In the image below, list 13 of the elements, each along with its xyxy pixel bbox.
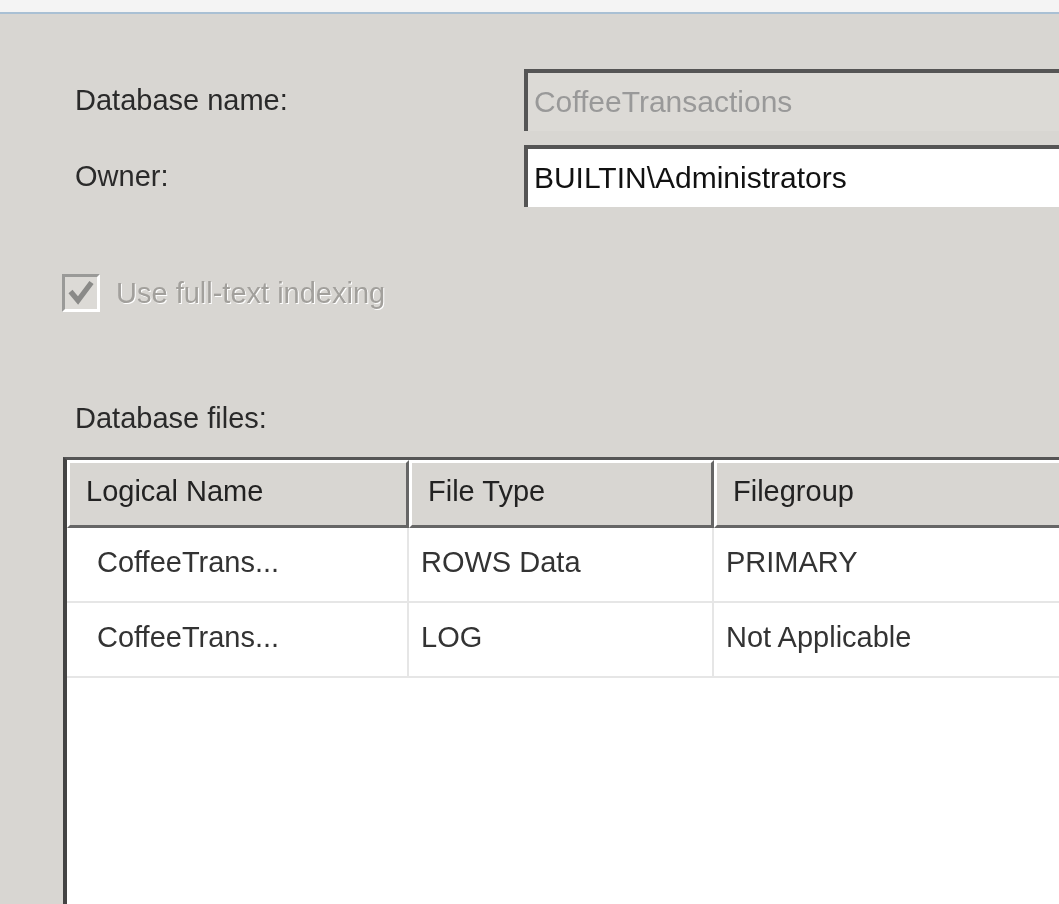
table-cell: Not Applicable (714, 603, 1059, 678)
table-cell: PRIMARY (714, 528, 1059, 603)
column-header[interactable]: File Type (409, 460, 714, 528)
table-cell: ROWS Data (409, 528, 714, 603)
field-label: Database name: (75, 83, 289, 117)
table-cell: CoffeeTrans... (67, 528, 409, 603)
column-header[interactable]: Filegroup (714, 460, 1059, 528)
column-header[interactable]: Logical Name (67, 460, 409, 528)
table-cell: CoffeeTrans... (67, 603, 409, 678)
owner-field[interactable]: BUILTIN\Administrators (523, 145, 1059, 207)
field-label: Owner: (75, 159, 170, 193)
section-label: Database files: (75, 402, 268, 435)
table-cell: LOG (409, 603, 714, 678)
